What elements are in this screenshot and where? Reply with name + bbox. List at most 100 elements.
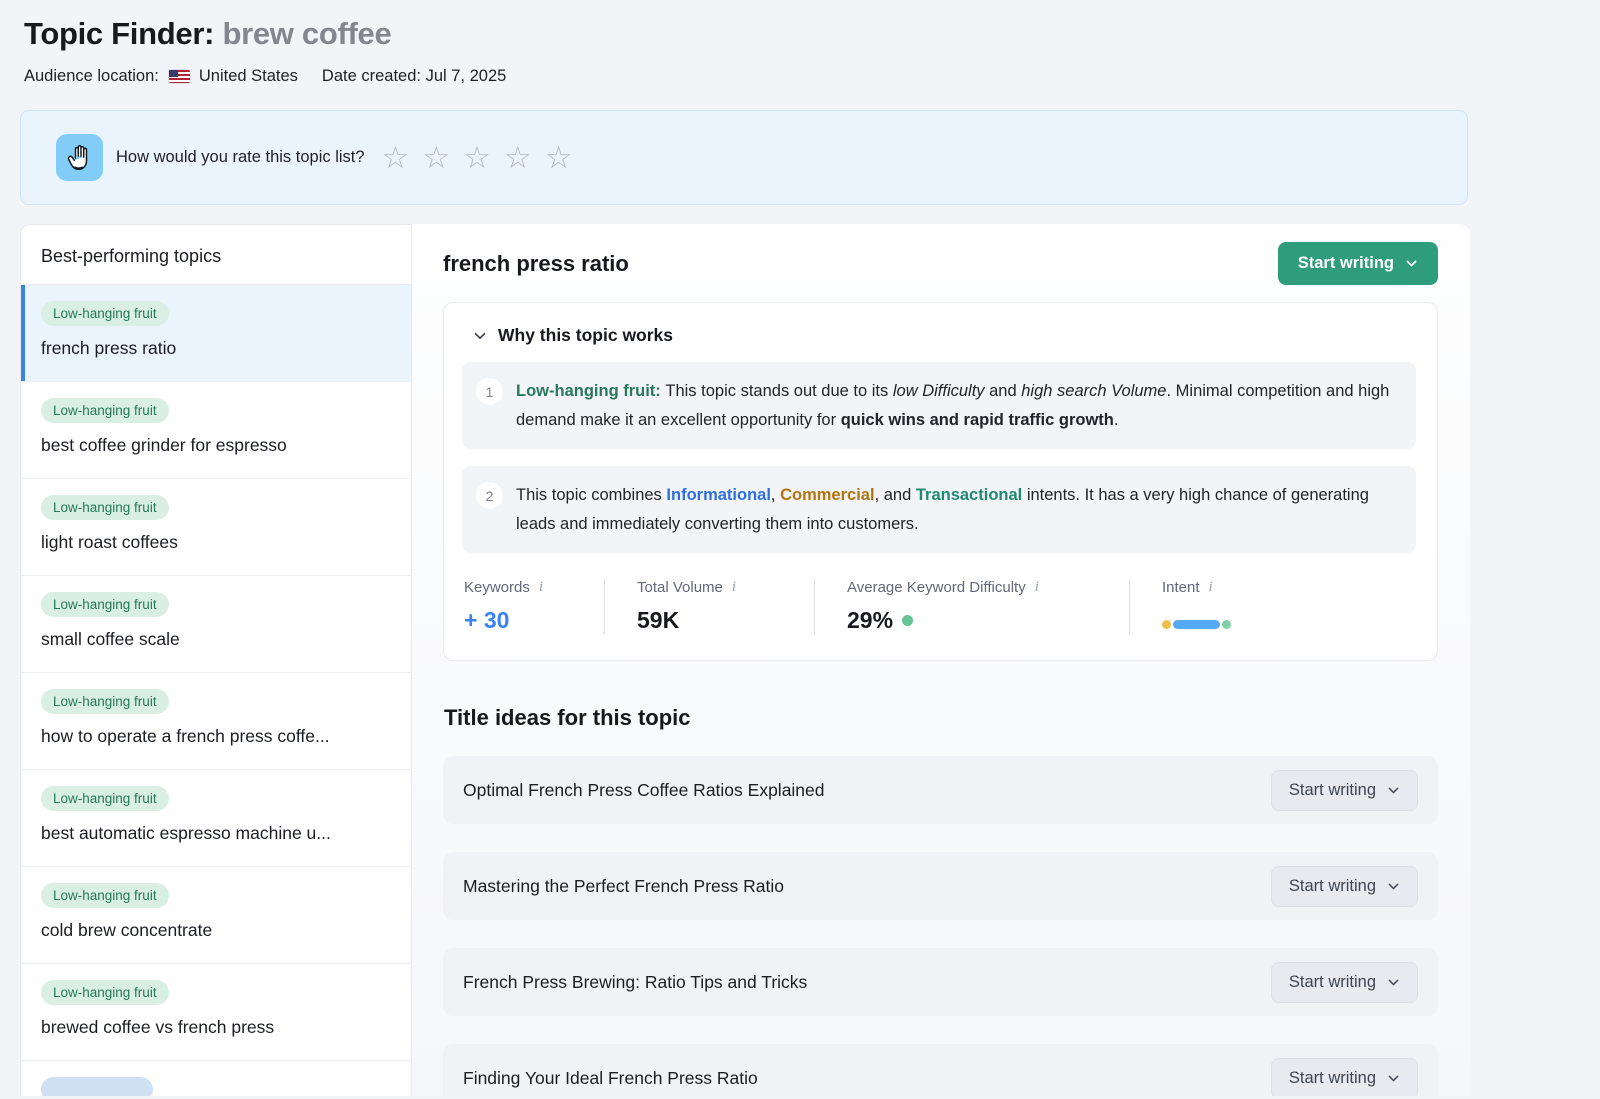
hand-icon — [56, 134, 103, 181]
why-point: 1 Low-hanging fruit: This topic stands o… — [462, 362, 1416, 449]
chevron-down-icon — [1387, 976, 1400, 989]
stat-keywords: Keywords i + 30 — [464, 579, 604, 634]
why-title: Why this topic works — [498, 325, 673, 346]
sidebar-topic-item[interactable]: Low-hanging fruit small coffee scale — [21, 576, 411, 673]
start-writing-label: Start writing — [1289, 781, 1376, 800]
topic-badge: Low-hanging fruit — [41, 689, 169, 714]
topic-badge: Low-hanging fruit — [41, 883, 169, 908]
star-icon[interactable]: ☆ — [422, 143, 450, 173]
point-text: This topic combines Informational, Comme… — [516, 480, 1396, 539]
title-ideas-heading: Title ideas for this topic — [444, 705, 1438, 731]
title-idea-text: Finding Your Ideal French Press Ratio — [463, 1068, 758, 1089]
intent-bar-segment — [1222, 620, 1231, 629]
sidebar-topic-item[interactable] — [21, 1061, 411, 1096]
sidebar-topic-item[interactable]: Low-hanging fruit cold brew concentrate — [21, 867, 411, 964]
intent-bar — [1162, 620, 1231, 629]
topic-detail-header: french press ratio Start writing — [443, 242, 1438, 285]
topic-badge: Low-hanging fruit — [41, 980, 169, 1005]
selected-topic-title: french press ratio — [443, 251, 629, 277]
topic-badge: Low-hanging fruit — [41, 786, 169, 811]
sidebar-topic-item[interactable]: Low-hanging fruit brewed coffee vs frenc… — [21, 964, 411, 1061]
start-writing-button[interactable]: Start writing — [1271, 962, 1418, 1003]
content-area: Best-performing topics Low-hanging fruit… — [20, 224, 1600, 1096]
point-number: 1 — [476, 378, 503, 405]
why-points: 1 Low-hanging fruit: This topic stands o… — [462, 362, 1416, 553]
topic-stats: Keywords i + 30 Total Volume i 59K Average… — [464, 579, 1416, 634]
audience-location-value: United States — [199, 67, 298, 86]
title-idea-text: French Press Brewing: Ratio Tips and Tri… — [463, 972, 807, 993]
title-idea-card: Optimal French Press Coffee Ratios Expla… — [443, 756, 1438, 824]
sidebar-topic-item[interactable]: Low-hanging fruit light roast coffees — [21, 479, 411, 576]
difficulty-label: Average Keyword Difficulty — [847, 579, 1026, 596]
topic-badge: Low-hanging fruit — [41, 301, 169, 326]
topic-label: best automatic espresso machine u... — [41, 823, 391, 844]
start-writing-button[interactable]: Start writing — [1278, 242, 1438, 285]
date-created: Date created: Jul 7, 2025 — [322, 67, 506, 86]
keywords-value: + 30 — [464, 607, 584, 634]
star-icon[interactable]: ☆ — [504, 143, 532, 173]
why-point: 2 This topic combines Informational, Com… — [462, 466, 1416, 553]
topic-label: french press ratio — [41, 338, 391, 359]
sidebar-topic-item[interactable]: Low-hanging fruit how to operate a frenc… — [21, 673, 411, 770]
sidebar-topic-item[interactable]: Low-hanging fruit best automatic espress… — [21, 770, 411, 867]
title-idea-card: French Press Brewing: Ratio Tips and Tri… — [443, 948, 1438, 1016]
topic-label: brewed coffee vs french press — [41, 1017, 391, 1038]
point-number: 2 — [476, 482, 503, 509]
point-text: Low-hanging fruit: This topic stands out… — [516, 376, 1396, 435]
difficulty-dot-icon — [902, 615, 913, 626]
title-idea-text: Optimal French Press Coffee Ratios Expla… — [463, 780, 825, 801]
page-header: Topic Finder: brew coffee Audience locat… — [0, 0, 1600, 86]
stat-intent: Intenti — [1129, 579, 1251, 634]
rating-question: How would you rate this topic list? — [116, 148, 365, 167]
title-idea-card: Finding Your Ideal French Press Ratio St… — [443, 1044, 1438, 1096]
sidebar-topic-item[interactable]: Low-hanging fruit best coffee grinder fo… — [21, 382, 411, 479]
rating-banner: How would you rate this topic list? ☆ ☆ … — [20, 110, 1468, 205]
stat-keyword-difficulty: Average Keyword Difficulty i 29% — [814, 579, 1129, 634]
topic-label: best coffee grinder for espresso — [41, 435, 391, 456]
star-icon[interactable]: ☆ — [463, 143, 491, 173]
start-writing-button[interactable]: Start writing — [1271, 866, 1418, 907]
sidebar-topic-item[interactable]: Low-hanging fruit french press ratio — [21, 285, 411, 382]
audience-location-label: Audience location: — [24, 67, 159, 86]
info-icon[interactable]: i — [1209, 579, 1213, 596]
chevron-down-icon — [1405, 257, 1418, 270]
topic-list: Low-hanging fruit french press ratio Low… — [21, 285, 411, 1096]
chevron-down-icon — [1387, 880, 1400, 893]
sidebar-title: Best-performing topics — [21, 225, 411, 285]
keywords-label: Keywords — [464, 579, 530, 596]
topic-label: light roast coffees — [41, 532, 391, 553]
why-this-topic-works-card: Why this topic works 1 Low-hanging fruit… — [443, 302, 1438, 661]
topic-badge: Low-hanging fruit — [41, 592, 169, 617]
star-icon[interactable]: ☆ — [382, 143, 410, 173]
stat-total-volume: Total Volume i 59K — [604, 579, 814, 634]
us-flag-icon — [169, 70, 190, 83]
start-writing-button[interactable]: Start writing — [1271, 770, 1418, 811]
info-icon[interactable]: i — [1035, 579, 1039, 596]
info-icon[interactable]: i — [732, 579, 736, 596]
topic-badge: Low-hanging fruit — [41, 495, 169, 520]
chevron-down-icon — [1387, 1072, 1400, 1085]
topic-badge: Low-hanging fruit — [41, 398, 169, 423]
best-performing-topics-panel: Best-performing topics Low-hanging fruit… — [20, 224, 412, 1096]
intent-bar-segment — [1173, 620, 1220, 629]
star-icon[interactable]: ☆ — [545, 143, 573, 173]
topic-detail-panel: french press ratio Start writing Why thi… — [412, 224, 1470, 1096]
difficulty-value: 29% — [847, 607, 1109, 634]
topic-label: small coffee scale — [41, 629, 391, 650]
start-writing-label: Start writing — [1298, 254, 1394, 273]
total-volume-value: 59K — [637, 607, 794, 634]
intent-label: Intent — [1162, 579, 1200, 596]
info-icon[interactable]: i — [539, 579, 543, 596]
total-volume-label: Total Volume — [637, 579, 723, 596]
page-title-prefix: Topic Finder: — [24, 16, 214, 51]
topic-badge — [41, 1077, 153, 1096]
title-idea-text: Mastering the Perfect French Press Ratio — [463, 876, 784, 897]
start-writing-button[interactable]: Start writing — [1271, 1058, 1418, 1097]
page-title-query: brew coffee — [222, 16, 391, 51]
start-writing-label: Start writing — [1289, 973, 1376, 992]
topic-label: how to operate a french press coffe... — [41, 726, 391, 747]
topic-label: cold brew concentrate — [41, 920, 391, 941]
page-title: Topic Finder: brew coffee — [24, 16, 1600, 52]
start-writing-label: Start writing — [1289, 877, 1376, 896]
collapse-chevron-icon[interactable] — [473, 329, 487, 343]
